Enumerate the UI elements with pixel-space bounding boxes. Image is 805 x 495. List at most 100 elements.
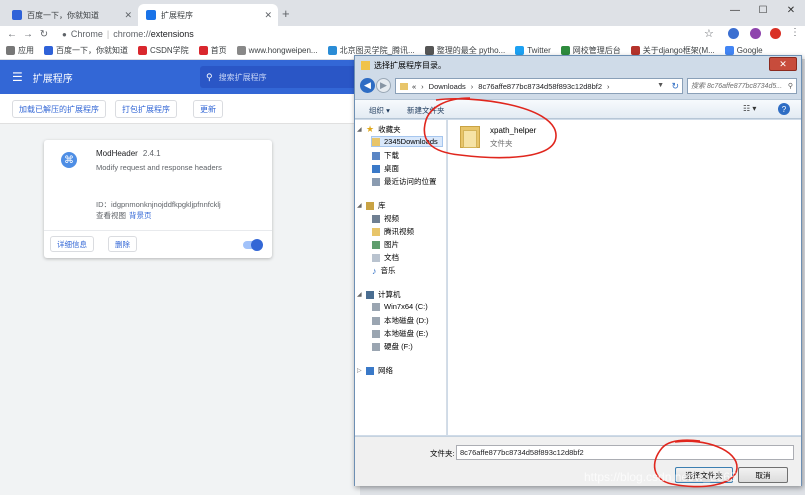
new-tab-button[interactable]: +	[282, 6, 290, 21]
nav-item-desktop[interactable]: 桌面	[372, 163, 399, 174]
folder-icon	[372, 137, 380, 146]
extension-red-icon[interactable]	[770, 28, 781, 39]
remove-button[interactable]: 删除	[108, 236, 137, 252]
nav-drive-d[interactable]: 本地磁盘 (D:)	[372, 315, 429, 326]
nav-item-recent[interactable]: 最近访问的位置	[372, 176, 437, 187]
folder-type: 文件夹	[490, 139, 513, 148]
bookmark-home[interactable]: 首页	[198, 45, 227, 56]
bookmark-google[interactable]: Google	[724, 46, 763, 55]
back-arrow-icon[interactable]: ←	[4, 29, 20, 40]
tab-baidu[interactable]: 百度一下，你就知道 ✕	[4, 4, 138, 26]
nav-network[interactable]: ▷ 网络	[357, 365, 393, 376]
nav-item-pictures[interactable]: 图片	[372, 239, 399, 250]
nav-label: 桌面	[384, 164, 399, 173]
enable-toggle[interactable]	[243, 239, 263, 251]
navigation-pane: ◢ ★ 收藏夹 2345Downloads 下载 桌面 最近访问的位置 ◢ 库 视频 …	[355, 120, 447, 435]
expand-icon[interactable]: ▷	[357, 367, 363, 374]
omnibox-scheme-label: Chrome	[70, 29, 103, 39]
bookmark-label: Twitter	[527, 46, 551, 55]
folder-icon	[460, 124, 480, 148]
video-icon	[372, 214, 380, 223]
command-bar: 组织 ▾ 新建文件夹 ☷ ▾ ?	[355, 99, 801, 119]
breadcrumb-current[interactable]: 8c76affe877bc8734d58f893c12d8bf2	[478, 82, 602, 91]
files-pane: xpath_helper 文件夹	[448, 120, 801, 435]
minimize-icon[interactable]: —	[721, 0, 749, 20]
nav-favorites[interactable]: ◢ ★ 收藏夹	[357, 124, 401, 135]
bookmark-star-icon[interactable]: ☆	[704, 27, 714, 40]
bookmark-csdn-academy[interactable]: CSDN学院	[138, 45, 189, 56]
help-icon[interactable]: ?	[778, 103, 790, 115]
search-placeholder: 搜索扩展程序	[218, 72, 267, 82]
details-button[interactable]: 详细信息	[50, 236, 94, 252]
update-button[interactable]: 更新	[193, 100, 223, 118]
nav-drive-e[interactable]: 本地磁盘 (E:)	[372, 328, 428, 339]
profile-avatar-icon[interactable]	[750, 28, 761, 39]
nav-label: 图片	[384, 240, 399, 249]
close-icon[interactable]: ✕	[264, 10, 272, 21]
background-page-link[interactable]: 背景页	[129, 211, 152, 220]
nav-item-tencent-video[interactable]: 腾讯视频	[372, 226, 414, 237]
forward-arrow-icon[interactable]: ▶	[376, 78, 391, 93]
nav-computer[interactable]: ◢ 计算机	[357, 289, 401, 300]
nav-library[interactable]: ◢ 库	[357, 200, 386, 211]
nav-label: 腾讯视频	[384, 227, 414, 236]
omnibox[interactable]: ● Chrome | chrome:// extensions	[62, 26, 722, 42]
folder-field[interactable]: 8c76affe877bc8734d58f893c12d8bf2	[456, 445, 794, 460]
address-bar[interactable]: « › Downloads › 8c76affe877bc8734d58f893…	[395, 78, 683, 94]
extension-badge-icon[interactable]	[728, 28, 739, 39]
collapse-icon[interactable]: ◢	[357, 202, 363, 209]
address-row: ◀ ▶ « › Downloads › 8c76affe877bc8734d58…	[355, 76, 801, 98]
refresh-icon[interactable]: ↻	[671, 81, 679, 92]
folder-item-xpath-helper[interactable]: xpath_helper 文件夹	[448, 120, 598, 152]
nav-label: 下载	[384, 151, 399, 160]
nav-drive-c[interactable]: Win7x64 (C:)	[372, 302, 428, 311]
page-icon	[630, 46, 640, 55]
nav-item-music[interactable]: ♪ 音乐	[372, 265, 396, 276]
load-unpacked-button[interactable]: 加载已解压的扩展程序	[12, 100, 106, 118]
nav-label: 收藏夹	[378, 125, 401, 134]
drive-icon	[372, 316, 380, 325]
pack-extension-button[interactable]: 打包扩展程序	[115, 100, 177, 118]
reload-icon[interactable]: ↻	[36, 29, 52, 40]
python-icon	[424, 46, 434, 55]
breadcrumb-separator: ›	[421, 81, 424, 91]
nav-item-videos[interactable]: 视频	[372, 213, 399, 224]
nav-item-downloads[interactable]: 下载	[372, 150, 399, 161]
library-icon	[366, 201, 374, 210]
close-window-icon[interactable]: ✕	[777, 0, 805, 20]
collapse-icon[interactable]: ◢	[357, 126, 363, 133]
drive-icon	[372, 329, 380, 338]
forward-arrow-icon[interactable]: →	[20, 29, 36, 40]
download-folder-icon	[372, 151, 380, 160]
organize-menu[interactable]: 组织 ▾	[369, 105, 390, 116]
close-icon[interactable]: ✕	[124, 10, 132, 21]
menu-kebab-icon[interactable]: ⋮	[790, 27, 800, 38]
view-options-icon[interactable]: ☷ ▾	[743, 104, 756, 113]
hamburger-menu-icon[interactable]: ☰	[12, 70, 23, 84]
tab-extensions[interactable]: 扩展程序 ✕	[138, 4, 278, 26]
nav-item-2345downloads[interactable]: 2345Downloads	[371, 136, 443, 147]
back-arrow-icon[interactable]: ◀	[360, 78, 375, 93]
bookmark-hongweipen[interactable]: www.hongweipen...	[236, 46, 318, 55]
chevron-down-icon[interactable]: ▼	[657, 82, 664, 89]
folder-field-label: 文件夹:	[430, 449, 455, 458]
maximize-icon[interactable]: ☐	[749, 0, 777, 20]
bookmark-twitter[interactable]: Twitter	[515, 46, 551, 55]
nav-label: 库	[378, 201, 386, 210]
bookmark-apps[interactable]: 应用	[6, 45, 34, 56]
breadcrumb-separator: ›	[470, 81, 474, 91]
new-folder-button[interactable]: 新建文件夹	[407, 105, 445, 116]
nav-drive-f[interactable]: 硬盘 (F:)	[372, 341, 413, 352]
bookmark-baidu[interactable]: 百度一下，你就知道	[44, 45, 128, 56]
dialog-search-input[interactable]: 搜索 8c76affe877bc8734d5... ⚲	[687, 78, 797, 94]
modheader-icon: ⌘	[61, 152, 77, 168]
breadcrumb-downloads[interactable]: Downloads	[429, 82, 466, 91]
collapse-icon[interactable]: ◢	[357, 291, 363, 298]
breadcrumb-root[interactable]: «	[412, 82, 416, 91]
cancel-button[interactable]: 取消	[738, 467, 788, 483]
nav-item-documents[interactable]: 文档	[372, 252, 399, 263]
tab-strip: 百度一下，你就知道 ✕ 扩展程序 ✕ + — ☐ ✕	[0, 0, 805, 26]
nav-label: 网络	[378, 366, 393, 375]
dialog-close-button[interactable]: ✕	[769, 57, 797, 71]
extensions-search-input[interactable]: ⚲ 搜索扩展程序	[200, 66, 360, 88]
